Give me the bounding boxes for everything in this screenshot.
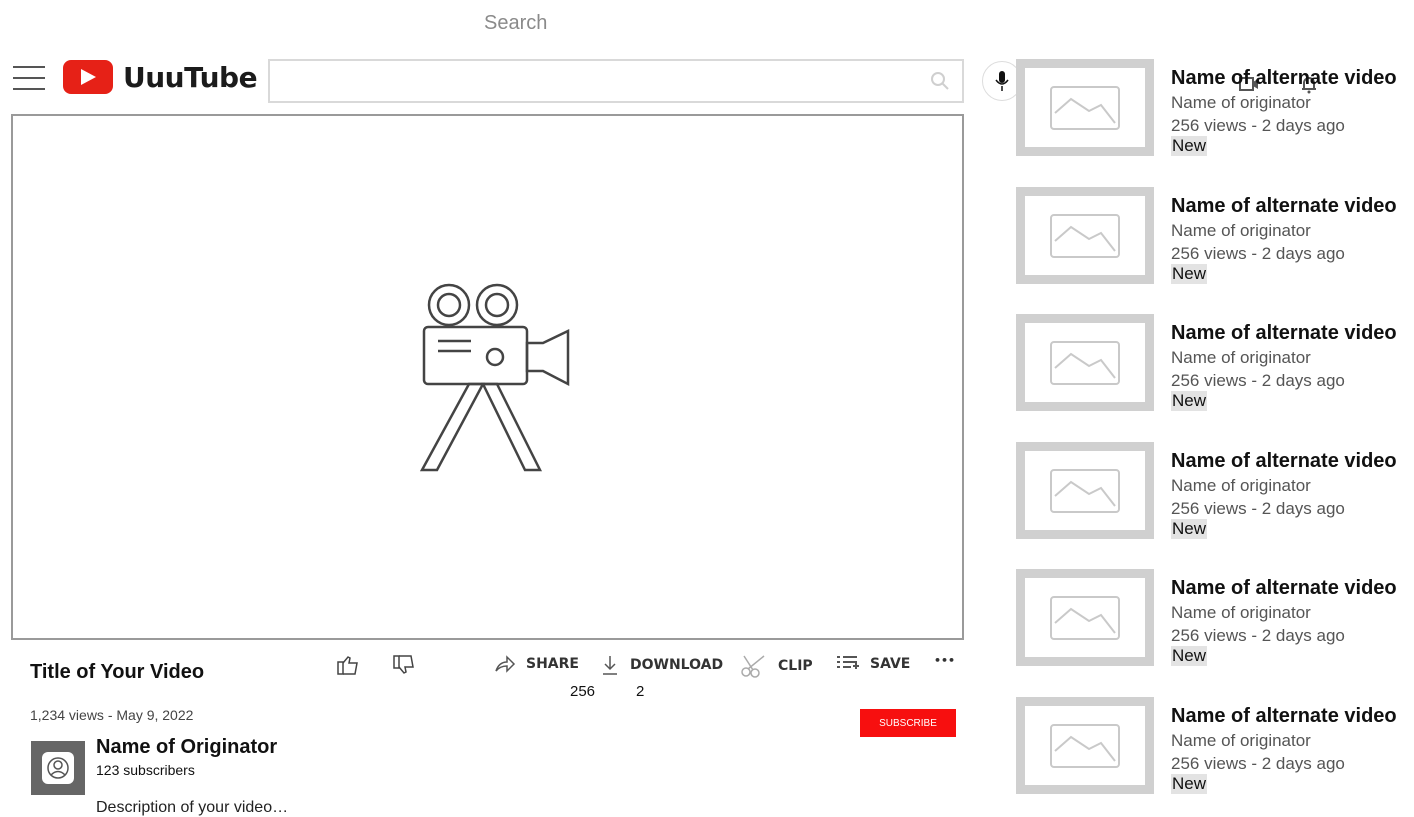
- clip-label: CLIP: [778, 658, 813, 674]
- rec-meta: 256 views - 2 days ago: [1171, 754, 1345, 773]
- new-badge: New: [1171, 774, 1208, 794]
- more-button[interactable]: •••: [934, 654, 955, 667]
- like-button[interactable]: [336, 654, 370, 676]
- movie-camera-icon: [419, 283, 570, 472]
- new-badge: New: [1171, 136, 1208, 156]
- recommended-video[interactable]: Name of alternate video Name of originat…: [1016, 187, 1414, 287]
- image-placeholder-icon: [1050, 468, 1120, 513]
- views-date: 1,234 views - May 9, 2022: [30, 707, 194, 723]
- rec-originator: Name of originator: [1171, 603, 1311, 622]
- thumbnail[interactable]: [1016, 59, 1154, 156]
- dislike-count: 2: [636, 683, 645, 700]
- rec-meta: 256 views - 2 days ago: [1171, 626, 1345, 645]
- thumbs-up-icon: [337, 656, 358, 675]
- image-placeholder-icon: [1050, 595, 1120, 640]
- thumbnail[interactable]: [1016, 187, 1154, 284]
- recommended-video[interactable]: Name of alternate video Name of originat…: [1016, 314, 1414, 414]
- clip-button[interactable]: CLIP: [740, 654, 813, 678]
- subscribe-button[interactable]: SUBSCRIBE: [860, 709, 956, 737]
- video-description: Description of your video…: [96, 799, 289, 816]
- recommended-video[interactable]: Name of alternate video Name of originat…: [1016, 697, 1414, 797]
- logo-text: UuuTube: [123, 60, 258, 94]
- channel-name[interactable]: Name of Originator: [96, 736, 277, 759]
- like-count: 256: [570, 683, 596, 700]
- rec-originator: Name of originator: [1171, 731, 1311, 750]
- thumbnail[interactable]: [1016, 569, 1154, 666]
- search-caption: Search: [484, 12, 548, 34]
- scissors-icon: [741, 655, 765, 678]
- subscriber-count: 123 subscribers: [96, 762, 195, 778]
- share-button[interactable]: SHARE: [494, 654, 579, 674]
- logo[interactable]: UuuTube: [63, 60, 258, 94]
- rec-title[interactable]: Name of alternate video: [1171, 705, 1397, 728]
- rec-title[interactable]: Name of alternate video: [1171, 450, 1397, 473]
- mic-icon: [995, 71, 1009, 91]
- rec-title[interactable]: Name of alternate video: [1171, 322, 1397, 345]
- more-icon: •••: [934, 654, 956, 667]
- download-label: DOWNLOAD: [630, 657, 724, 673]
- thumbs-down-icon: [393, 655, 414, 674]
- new-badge: New: [1171, 646, 1208, 666]
- thumbnail[interactable]: [1016, 314, 1154, 411]
- thumbnail[interactable]: [1016, 697, 1154, 794]
- video-title: Title of Your Video: [30, 661, 205, 683]
- search-box: [268, 59, 964, 103]
- share-icon: [495, 655, 516, 673]
- image-placeholder-icon: [1050, 213, 1120, 258]
- image-placeholder-icon: [1050, 85, 1120, 130]
- rec-originator: Name of originator: [1171, 221, 1311, 240]
- play-logo-icon: [63, 60, 113, 94]
- recommended-video[interactable]: Name of alternate video Name of originat…: [1016, 569, 1414, 669]
- rec-title[interactable]: Name of alternate video: [1171, 195, 1397, 218]
- rec-originator: Name of originator: [1171, 348, 1311, 367]
- new-badge: New: [1171, 264, 1208, 284]
- thumbnail[interactable]: [1016, 442, 1154, 539]
- dislike-button[interactable]: [392, 654, 426, 676]
- share-label: SHARE: [526, 656, 579, 672]
- rec-meta: 256 views - 2 days ago: [1171, 116, 1345, 135]
- rec-meta: 256 views - 2 days ago: [1171, 244, 1345, 263]
- recommended-video[interactable]: Name of alternate video Name of originat…: [1016, 59, 1414, 159]
- save-button[interactable]: SAVE: [836, 654, 910, 674]
- user-icon: [47, 757, 69, 779]
- recommended-video[interactable]: Name of alternate video Name of originat…: [1016, 442, 1414, 542]
- download-icon: [603, 656, 617, 675]
- rec-title[interactable]: Name of alternate video: [1171, 67, 1397, 90]
- video-player[interactable]: [11, 114, 964, 640]
- rec-title[interactable]: Name of alternate video: [1171, 577, 1397, 600]
- image-placeholder-icon: [1050, 723, 1120, 768]
- image-placeholder-icon: [1050, 340, 1120, 385]
- new-badge: New: [1171, 391, 1208, 411]
- rec-originator: Name of originator: [1171, 476, 1311, 495]
- save-label: SAVE: [870, 656, 911, 672]
- search-icon[interactable]: [928, 69, 952, 93]
- avatar[interactable]: [31, 741, 85, 795]
- download-button[interactable]: DOWNLOAD: [600, 654, 723, 676]
- rec-meta: 256 views - 2 days ago: [1171, 371, 1345, 390]
- playlist-add-icon: [837, 656, 859, 669]
- search-input[interactable]: [270, 61, 962, 101]
- menu-icon[interactable]: [13, 66, 45, 92]
- rec-meta: 256 views - 2 days ago: [1171, 499, 1345, 518]
- new-badge: New: [1171, 519, 1208, 539]
- rec-originator: Name of originator: [1171, 93, 1311, 112]
